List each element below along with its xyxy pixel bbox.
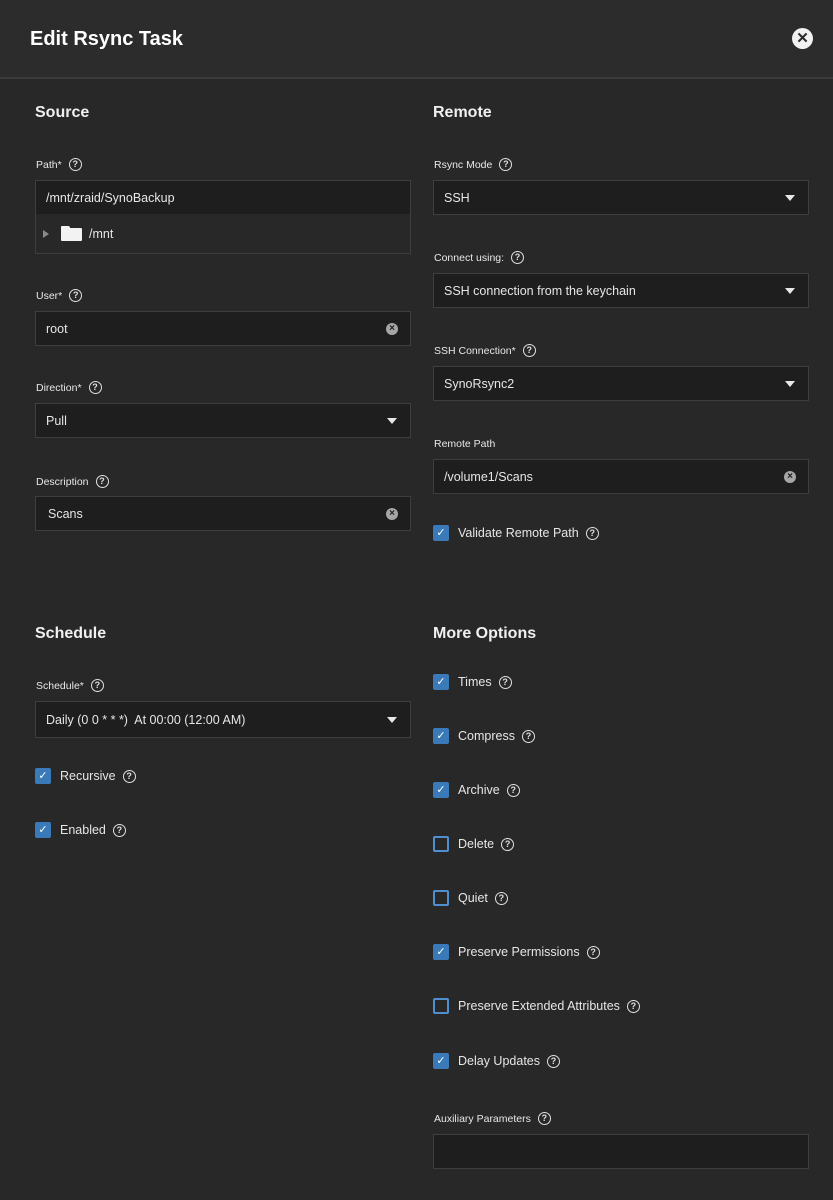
dialog-header: Edit Rsync Task ✕: [0, 0, 833, 79]
compress-checkbox[interactable]: ✓: [433, 728, 449, 744]
user-label: User * ?: [36, 289, 83, 302]
help-icon[interactable]: ?: [69, 289, 83, 302]
chevron-down-icon: [387, 417, 397, 424]
clear-icon[interactable]: ×: [784, 470, 796, 483]
rsync-mode-label: Rsync Mode ?: [434, 158, 513, 171]
help-icon[interactable]: ?: [499, 158, 513, 171]
remote-path-label: Remote Path: [434, 438, 496, 450]
help-icon[interactable]: ?: [88, 381, 102, 394]
recursive-row: ✓ Recursive ?: [35, 768, 136, 784]
enabled-row: ✓ Enabled ?: [35, 822, 126, 838]
quiet-checkbox[interactable]: [433, 890, 449, 906]
description-input[interactable]: Scans ×: [35, 496, 411, 531]
chevron-down-icon: [785, 194, 795, 201]
option-quiet-row: Quiet ?: [433, 890, 508, 906]
preserve-extended-attributes-checkbox[interactable]: [433, 998, 449, 1014]
ssh-connection-label: SSH Connection * ?: [434, 344, 536, 357]
help-icon[interactable]: ?: [95, 475, 109, 488]
rsync-mode-select[interactable]: SSH: [433, 180, 809, 215]
tree-node-mnt[interactable]: /mnt: [89, 227, 113, 241]
chevron-down-icon: [785, 287, 795, 294]
chevron-down-icon: [387, 716, 397, 723]
clear-icon[interactable]: ×: [386, 322, 398, 335]
help-icon[interactable]: ?: [585, 526, 599, 540]
path-input[interactable]: /mnt/zraid/SynoBackup: [35, 180, 411, 215]
help-icon[interactable]: ?: [122, 769, 136, 783]
help-icon[interactable]: ?: [511, 251, 525, 264]
user-input[interactable]: root ×: [35, 311, 411, 346]
close-icon[interactable]: ✕: [792, 28, 813, 49]
path-label: Path * ?: [36, 158, 82, 171]
dialog-title: Edit Rsync Task: [30, 28, 184, 50]
more-options-section-title: More Options: [433, 625, 537, 642]
help-icon[interactable]: ?: [537, 1112, 551, 1125]
ssh-connection-select[interactable]: SynoRsync2: [433, 366, 809, 401]
help-icon[interactable]: ?: [494, 891, 508, 905]
schedule-section-title: Schedule: [35, 625, 107, 642]
auxiliary-parameters-input[interactable]: [433, 1134, 809, 1169]
connect-using-select[interactable]: SSH connection from the keychain: [433, 273, 809, 308]
delete-checkbox[interactable]: [433, 836, 449, 852]
validate-remote-path-row: ✓ Validate Remote Path ?: [433, 525, 599, 541]
delay-updates-checkbox[interactable]: ✓: [433, 1053, 449, 1069]
times-checkbox[interactable]: ✓: [433, 674, 449, 690]
recursive-checkbox[interactable]: ✓: [35, 768, 51, 784]
option-archive-row: ✓ Archive ?: [433, 782, 520, 798]
help-icon[interactable]: ?: [498, 675, 512, 689]
help-icon[interactable]: ?: [626, 999, 640, 1013]
option-preserve-extended-attributes-row: Preserve Extended Attributes ?: [433, 998, 640, 1014]
option-preserve-permissions-row: ✓ Preserve Permissions ?: [433, 944, 600, 960]
source-section-title: Source: [35, 104, 90, 121]
connect-using-label: Connect using: ?: [434, 251, 525, 264]
help-icon[interactable]: ?: [522, 344, 536, 357]
description-label: Description ?: [36, 475, 109, 488]
remote-section-title: Remote: [433, 104, 492, 121]
help-icon[interactable]: ?: [112, 823, 126, 837]
auxiliary-parameters-label: Auxiliary Parameters ?: [434, 1112, 551, 1125]
option-compress-row: ✓ Compress ?: [433, 728, 535, 744]
enabled-checkbox[interactable]: ✓: [35, 822, 51, 838]
schedule-select[interactable]: Daily (0 0 * * *) At 00:00 (12:00 AM): [35, 701, 411, 738]
schedule-label: Schedule * ?: [36, 679, 104, 692]
validate-remote-path-checkbox[interactable]: ✓: [433, 525, 449, 541]
help-icon[interactable]: ?: [586, 945, 600, 959]
direction-label: Direction * ?: [36, 381, 102, 394]
path-tree: /mnt: [35, 214, 411, 254]
folder-icon: [61, 226, 82, 241]
option-delete-row: Delete ?: [433, 836, 515, 852]
option-times-row: ✓ Times ?: [433, 674, 512, 690]
direction-select[interactable]: Pull: [35, 403, 411, 438]
help-icon[interactable]: ?: [506, 783, 520, 797]
option-delay-updates-row: ✓ Delay Updates ?: [433, 1053, 560, 1069]
chevron-down-icon: [785, 380, 795, 387]
help-icon[interactable]: ?: [501, 837, 515, 851]
expand-arrow-icon[interactable]: [43, 229, 49, 238]
help-icon[interactable]: ?: [547, 1054, 560, 1068]
help-icon[interactable]: ?: [68, 158, 82, 171]
help-icon[interactable]: ?: [90, 679, 104, 692]
help-icon[interactable]: ?: [521, 729, 535, 743]
archive-checkbox[interactable]: ✓: [433, 782, 449, 798]
clear-icon[interactable]: ×: [386, 507, 398, 520]
remote-path-input[interactable]: /volume1/Scans ×: [433, 459, 809, 494]
preserve-permissions-checkbox[interactable]: ✓: [433, 944, 449, 960]
